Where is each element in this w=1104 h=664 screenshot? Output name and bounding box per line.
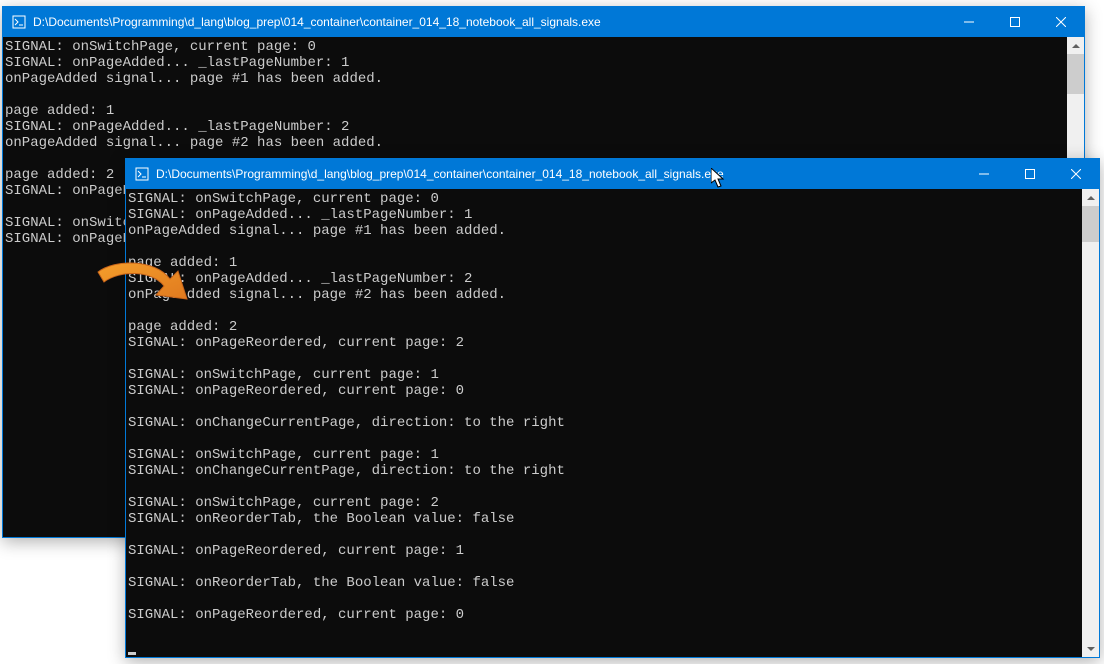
minimize-button[interactable] bbox=[946, 7, 992, 37]
close-button[interactable] bbox=[1038, 7, 1084, 37]
terminal-body-front[interactable]: SIGNAL: onSwitchPage, current page: 0 SI… bbox=[126, 189, 1099, 657]
close-button[interactable] bbox=[1053, 159, 1099, 189]
window-controls-back bbox=[946, 7, 1084, 37]
console-window-front: D:\Documents\Programming\d_lang\blog_pre… bbox=[125, 158, 1100, 658]
maximize-button[interactable] bbox=[1007, 159, 1053, 189]
app-icon bbox=[11, 14, 27, 30]
window-title-back: D:\Documents\Programming\d_lang\blog_pre… bbox=[33, 15, 946, 29]
titlebar-front[interactable]: D:\Documents\Programming\d_lang\blog_pre… bbox=[126, 159, 1099, 189]
minimize-button[interactable] bbox=[961, 159, 1007, 189]
window-title-front: D:\Documents\Programming\d_lang\blog_pre… bbox=[156, 167, 961, 181]
scrollbar-front[interactable] bbox=[1082, 189, 1099, 657]
scroll-up-icon[interactable] bbox=[1067, 37, 1084, 54]
terminal-output-front: SIGNAL: onSwitchPage, current page: 0 SI… bbox=[128, 191, 1099, 655]
titlebar-back[interactable]: D:\Documents\Programming\d_lang\blog_pre… bbox=[3, 7, 1084, 37]
scrollbar-thumb-back[interactable] bbox=[1067, 54, 1084, 94]
scroll-up-icon[interactable] bbox=[1082, 189, 1099, 206]
maximize-button[interactable] bbox=[992, 7, 1038, 37]
scroll-down-icon[interactable] bbox=[1082, 640, 1099, 657]
app-icon bbox=[134, 166, 150, 182]
scrollbar-thumb-front[interactable] bbox=[1082, 206, 1099, 242]
text-cursor bbox=[128, 652, 136, 655]
window-controls-front bbox=[961, 159, 1099, 189]
